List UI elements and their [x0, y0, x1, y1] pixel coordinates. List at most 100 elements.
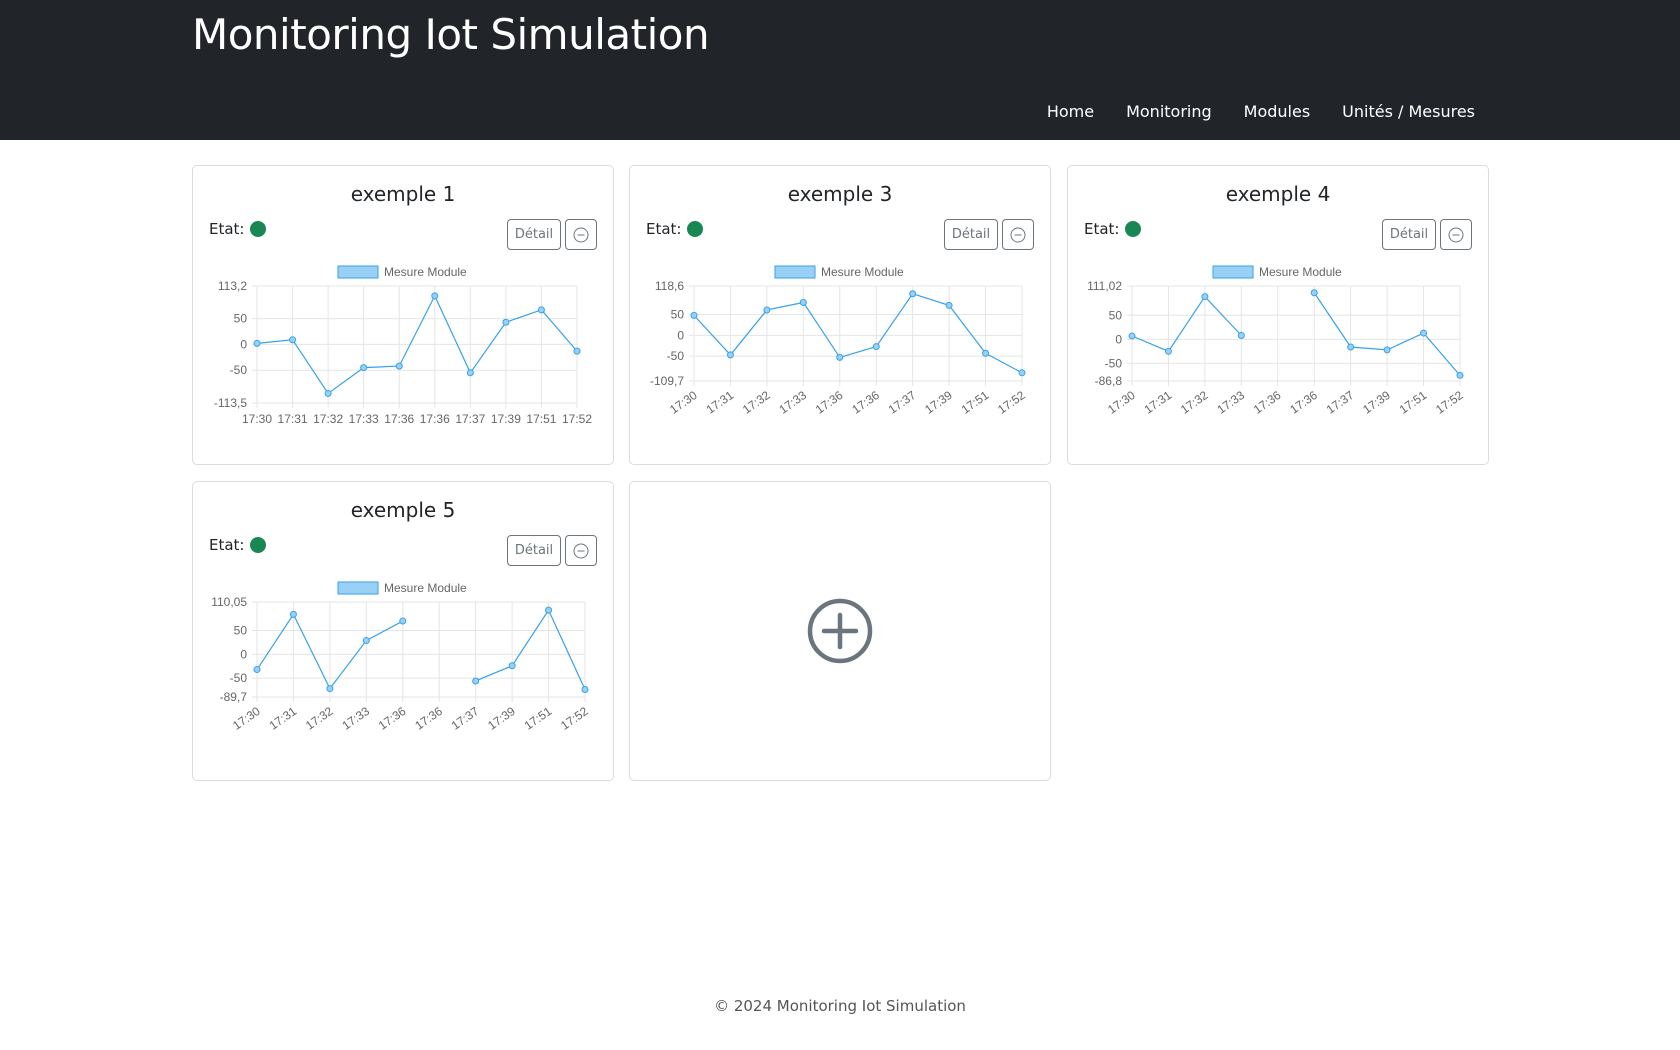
- x-tick-label: 17:52: [1433, 388, 1466, 417]
- nav-link-modules[interactable]: Modules: [1244, 102, 1311, 121]
- x-tick-label: 17:36: [420, 412, 450, 426]
- x-tick-label: 17:30: [230, 704, 263, 733]
- data-point: [431, 292, 439, 300]
- data-point: [324, 389, 332, 397]
- add-module-card[interactable]: [629, 481, 1051, 781]
- x-tick-label: 17:36: [412, 704, 445, 733]
- module-card: exemple 4 Etat: Détail Mesure Module 111,…: [1067, 165, 1489, 465]
- data-point: [836, 353, 844, 361]
- legend-swatch: [774, 265, 816, 279]
- data-point: [1347, 343, 1355, 351]
- detail-button[interactable]: Détail: [944, 219, 998, 250]
- x-tick-label: 17:39: [491, 412, 521, 426]
- x-tick-label: 17:52: [562, 412, 592, 426]
- legend-label: Mesure Module: [821, 265, 904, 279]
- x-tick-label: 17:39: [922, 388, 955, 417]
- x-tick-label: 17:36: [849, 388, 882, 417]
- y-tick-label: -50: [230, 363, 248, 377]
- y-tick-label: -113,5: [214, 396, 247, 410]
- nav-link-monitoring[interactable]: Monitoring: [1126, 102, 1212, 121]
- y-tick-label: -50: [230, 671, 248, 685]
- x-tick-label: 17:51: [522, 704, 555, 733]
- dash-circle-icon: [573, 543, 589, 558]
- y-tick-label: -89,7: [220, 690, 248, 704]
- data-point: [726, 351, 734, 359]
- data-point: [289, 610, 297, 618]
- x-tick-label: 17:31: [278, 412, 308, 426]
- data-point: [982, 349, 990, 357]
- status-indicator: [249, 221, 266, 237]
- data-point: [253, 666, 261, 674]
- data-point: [1420, 329, 1428, 337]
- status-label: Etat:: [646, 220, 682, 238]
- brand-title[interactable]: Monitoring Iot Simulation: [192, 10, 710, 59]
- x-tick-label: 17:32: [313, 412, 343, 426]
- x-tick-label: 17:37: [455, 412, 485, 426]
- x-tick-label: 17:51: [959, 388, 992, 417]
- data-point: [545, 606, 553, 614]
- data-point: [1018, 369, 1026, 377]
- legend-swatch: [337, 581, 379, 595]
- status-label: Etat:: [1084, 220, 1120, 238]
- data-point: [1201, 293, 1209, 301]
- line-chart: Mesure Module 113,2 50 0 -50 -113,5 17:30 17:31…: [214, 265, 592, 426]
- y-tick-label: 50: [234, 624, 248, 638]
- data-point: [502, 318, 510, 326]
- data-point: [360, 364, 368, 372]
- dash-circle-icon: [573, 227, 589, 242]
- x-tick-label: 17:33: [776, 388, 809, 417]
- status-row: Etat:: [209, 220, 266, 238]
- nav-link-unites-mesures[interactable]: Unités / Mesures: [1342, 102, 1475, 121]
- module-card: exemple 1 Etat: Détail Mesure Module 113,…: [192, 165, 614, 465]
- data-point: [945, 301, 953, 309]
- series-line: [693, 293, 1023, 374]
- data-point: [1164, 347, 1172, 355]
- status-label: Etat:: [209, 220, 245, 238]
- y-tick-label: 118,6: [655, 279, 684, 293]
- y-tick-label: 0: [1115, 332, 1122, 346]
- x-tick-label: 17:30: [242, 412, 272, 426]
- data-point: [395, 362, 403, 370]
- x-tick-label: 17:52: [995, 388, 1028, 417]
- x-tick-label: 17:36: [1287, 388, 1320, 417]
- y-tick-label: -86,8: [1095, 374, 1123, 388]
- footer: © 2024 Monitoring Iot Simulation: [714, 997, 966, 1015]
- data-point: [508, 662, 516, 670]
- x-tick-label: 17:51: [526, 412, 556, 426]
- x-tick-label: 17:32: [303, 704, 336, 733]
- y-tick-label: -50: [1105, 356, 1123, 370]
- data-point: [872, 343, 880, 351]
- legend-swatch: [337, 265, 379, 279]
- y-tick-label: 0: [677, 328, 684, 342]
- dash-circle-icon: [1010, 227, 1026, 242]
- y-tick-label: 113,2: [218, 279, 247, 293]
- card-title: exemple 1: [350, 182, 456, 206]
- x-tick-label: 17:39: [1360, 388, 1393, 417]
- x-tick-label: 17:39: [485, 704, 518, 733]
- data-point: [326, 685, 334, 693]
- x-tick-label: 17:31: [704, 388, 737, 417]
- data-point: [1237, 331, 1245, 339]
- legend-label: Mesure Module: [384, 581, 467, 595]
- line-chart: Mesure Module 118,6 50 0 -50 -109,717:30 17:31…: [650, 265, 1028, 417]
- remove-button[interactable]: [1440, 219, 1472, 250]
- detail-button[interactable]: Détail: [507, 219, 561, 250]
- x-tick-label: 17:33: [1214, 388, 1247, 417]
- remove-button[interactable]: [1002, 219, 1034, 250]
- x-tick-label: 17:31: [267, 704, 300, 733]
- remove-button[interactable]: [565, 219, 597, 250]
- nav-link-home[interactable]: Home: [1047, 102, 1094, 121]
- detail-button[interactable]: Détail: [1382, 219, 1436, 250]
- data-point: [799, 298, 807, 306]
- status-row: Etat:: [209, 536, 266, 554]
- dash-circle-icon: [1448, 227, 1464, 242]
- x-tick-label: 17:52: [558, 704, 591, 733]
- x-tick-label: 17:31: [1142, 388, 1175, 417]
- y-tick-label: 50: [1109, 308, 1123, 322]
- remove-button[interactable]: [565, 535, 597, 566]
- x-tick-label: 17:37: [449, 704, 482, 733]
- data-point: [289, 336, 297, 344]
- x-tick-label: 17:36: [376, 704, 409, 733]
- status-indicator: [249, 537, 266, 553]
- detail-button[interactable]: Détail: [507, 535, 561, 566]
